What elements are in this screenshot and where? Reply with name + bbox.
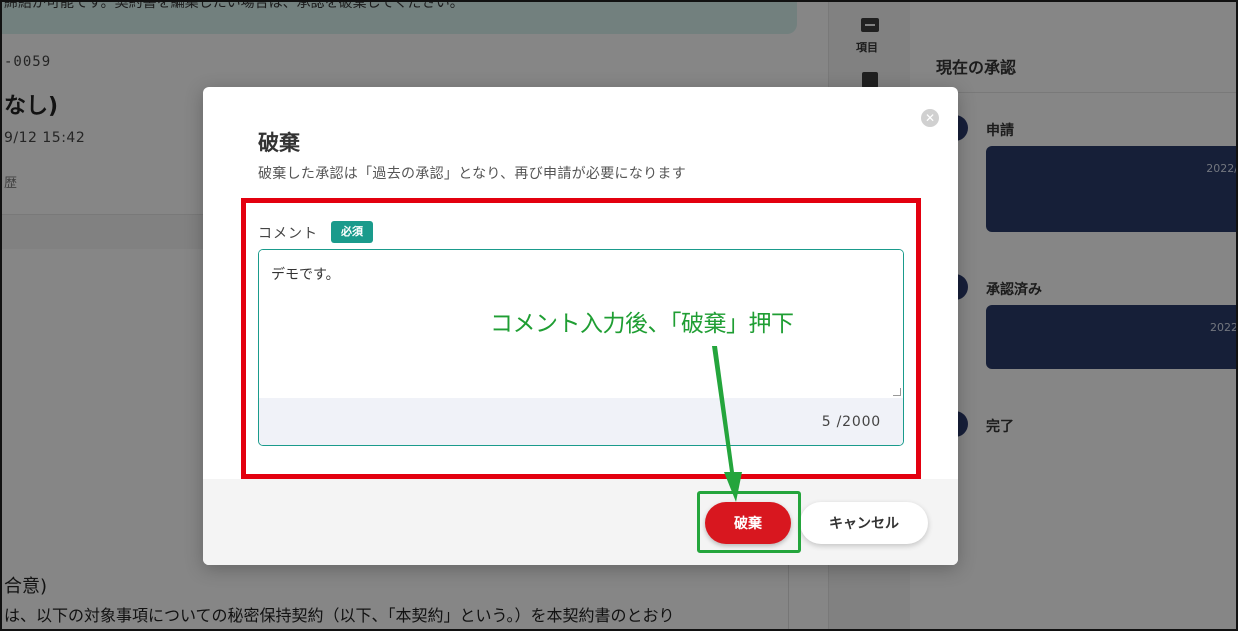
annotation-arrow-icon bbox=[712, 346, 742, 502]
annotation-instruction: コメント入力後、「破棄」押下 bbox=[490, 311, 794, 337]
dialog-description: 破棄した承認は「過去の承認」となり、再び申請が必要になります bbox=[258, 166, 687, 182]
annotation-highlight-box bbox=[241, 198, 921, 479]
screenshot-frame: 締結が可能です。契約書を編集したい場合は、承認を破棄してください。 -0059 … bbox=[0, 0, 1238, 631]
close-icon[interactable]: ✕ bbox=[921, 109, 939, 127]
cancel-button[interactable]: キャンセル bbox=[800, 502, 928, 544]
dialog-title: 破棄 bbox=[258, 131, 300, 155]
